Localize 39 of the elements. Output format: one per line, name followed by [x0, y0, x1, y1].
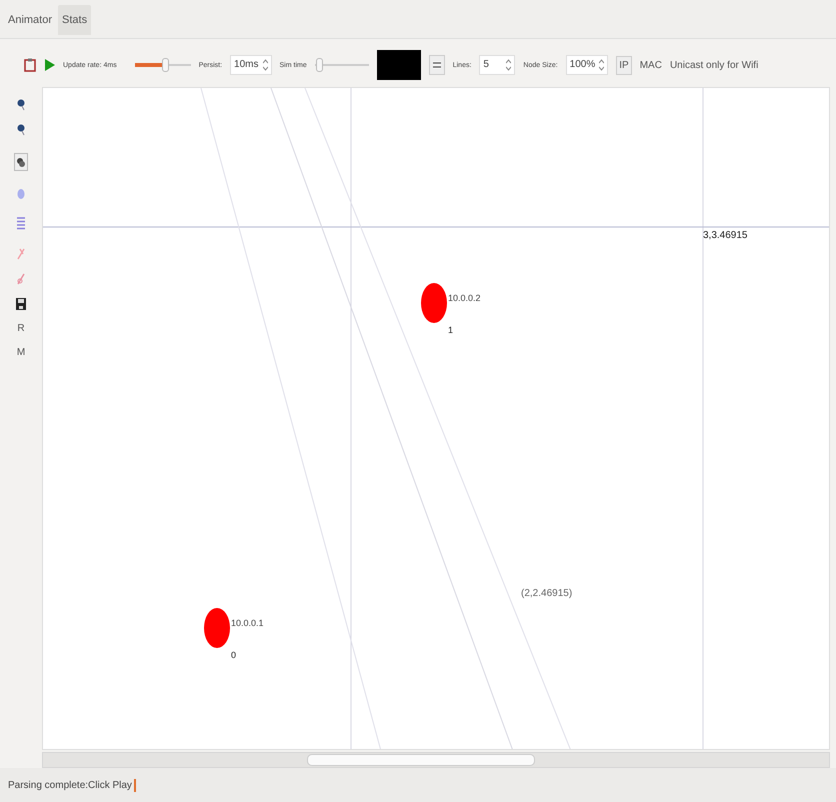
clipboard-icon[interactable] — [24, 58, 36, 72]
tab[interactable]: Animator — [4, 5, 56, 35]
scrollbar-handle[interactable] — [307, 754, 535, 766]
node-ip-label: 10.0.0.2 — [448, 293, 481, 303]
status-message: Parsing complete:Click Play — [8, 780, 132, 790]
spin-arrows-icon[interactable] — [506, 59, 512, 71]
save-icon[interactable] — [16, 298, 26, 310]
sidebar-button[interactable]: M — [16, 347, 26, 358]
horizontal-scrollbar[interactable] — [42, 752, 830, 768]
circle-icon[interactable] — [17, 188, 25, 200]
zoom-in-icon[interactable] — [17, 99, 25, 111]
play-icon[interactable] — [44, 59, 55, 71]
node-size-spinbox[interactable]: 100% — [566, 55, 608, 75]
node-circle[interactable] — [421, 283, 447, 323]
coordinate-label: (2,2.46915) — [521, 588, 572, 599]
time-display — [376, 50, 421, 80]
persist-spinbox[interactable]: 10ms — [230, 55, 272, 75]
text-cursor — [134, 778, 136, 792]
link-icon[interactable] — [17, 273, 25, 285]
node-id-label: 0 — [231, 650, 236, 660]
coordinate-label: 3,3.46915 — [703, 230, 748, 241]
nodes-icon[interactable] — [14, 153, 28, 171]
node-ip-label: 10.0.0.1 — [231, 618, 264, 628]
spin-arrows-icon[interactable] — [262, 59, 268, 71]
tab[interactable]: Stats — [58, 5, 92, 35]
node-circle[interactable] — [204, 608, 230, 648]
sidebar-button[interactable]: R — [17, 323, 25, 334]
lines-spinbox[interactable]: 5 — [479, 55, 516, 75]
zoom-out-icon[interactable] — [17, 124, 25, 136]
unicast-label[interactable]: Unicast only for Wifi — [670, 60, 758, 70]
spin-arrows-icon[interactable] — [599, 59, 604, 71]
node-id-label: 1 — [448, 325, 454, 335]
link-icon[interactable] — [17, 248, 25, 260]
ip-button[interactable]: IP — [616, 56, 632, 74]
grid-lines-icon[interactable] — [428, 55, 445, 75]
slider-thumb[interactable] — [316, 58, 323, 72]
mac-label[interactable]: MAC — [640, 60, 662, 70]
list-icon[interactable] — [17, 217, 25, 231]
slider-thumb[interactable] — [162, 58, 169, 72]
